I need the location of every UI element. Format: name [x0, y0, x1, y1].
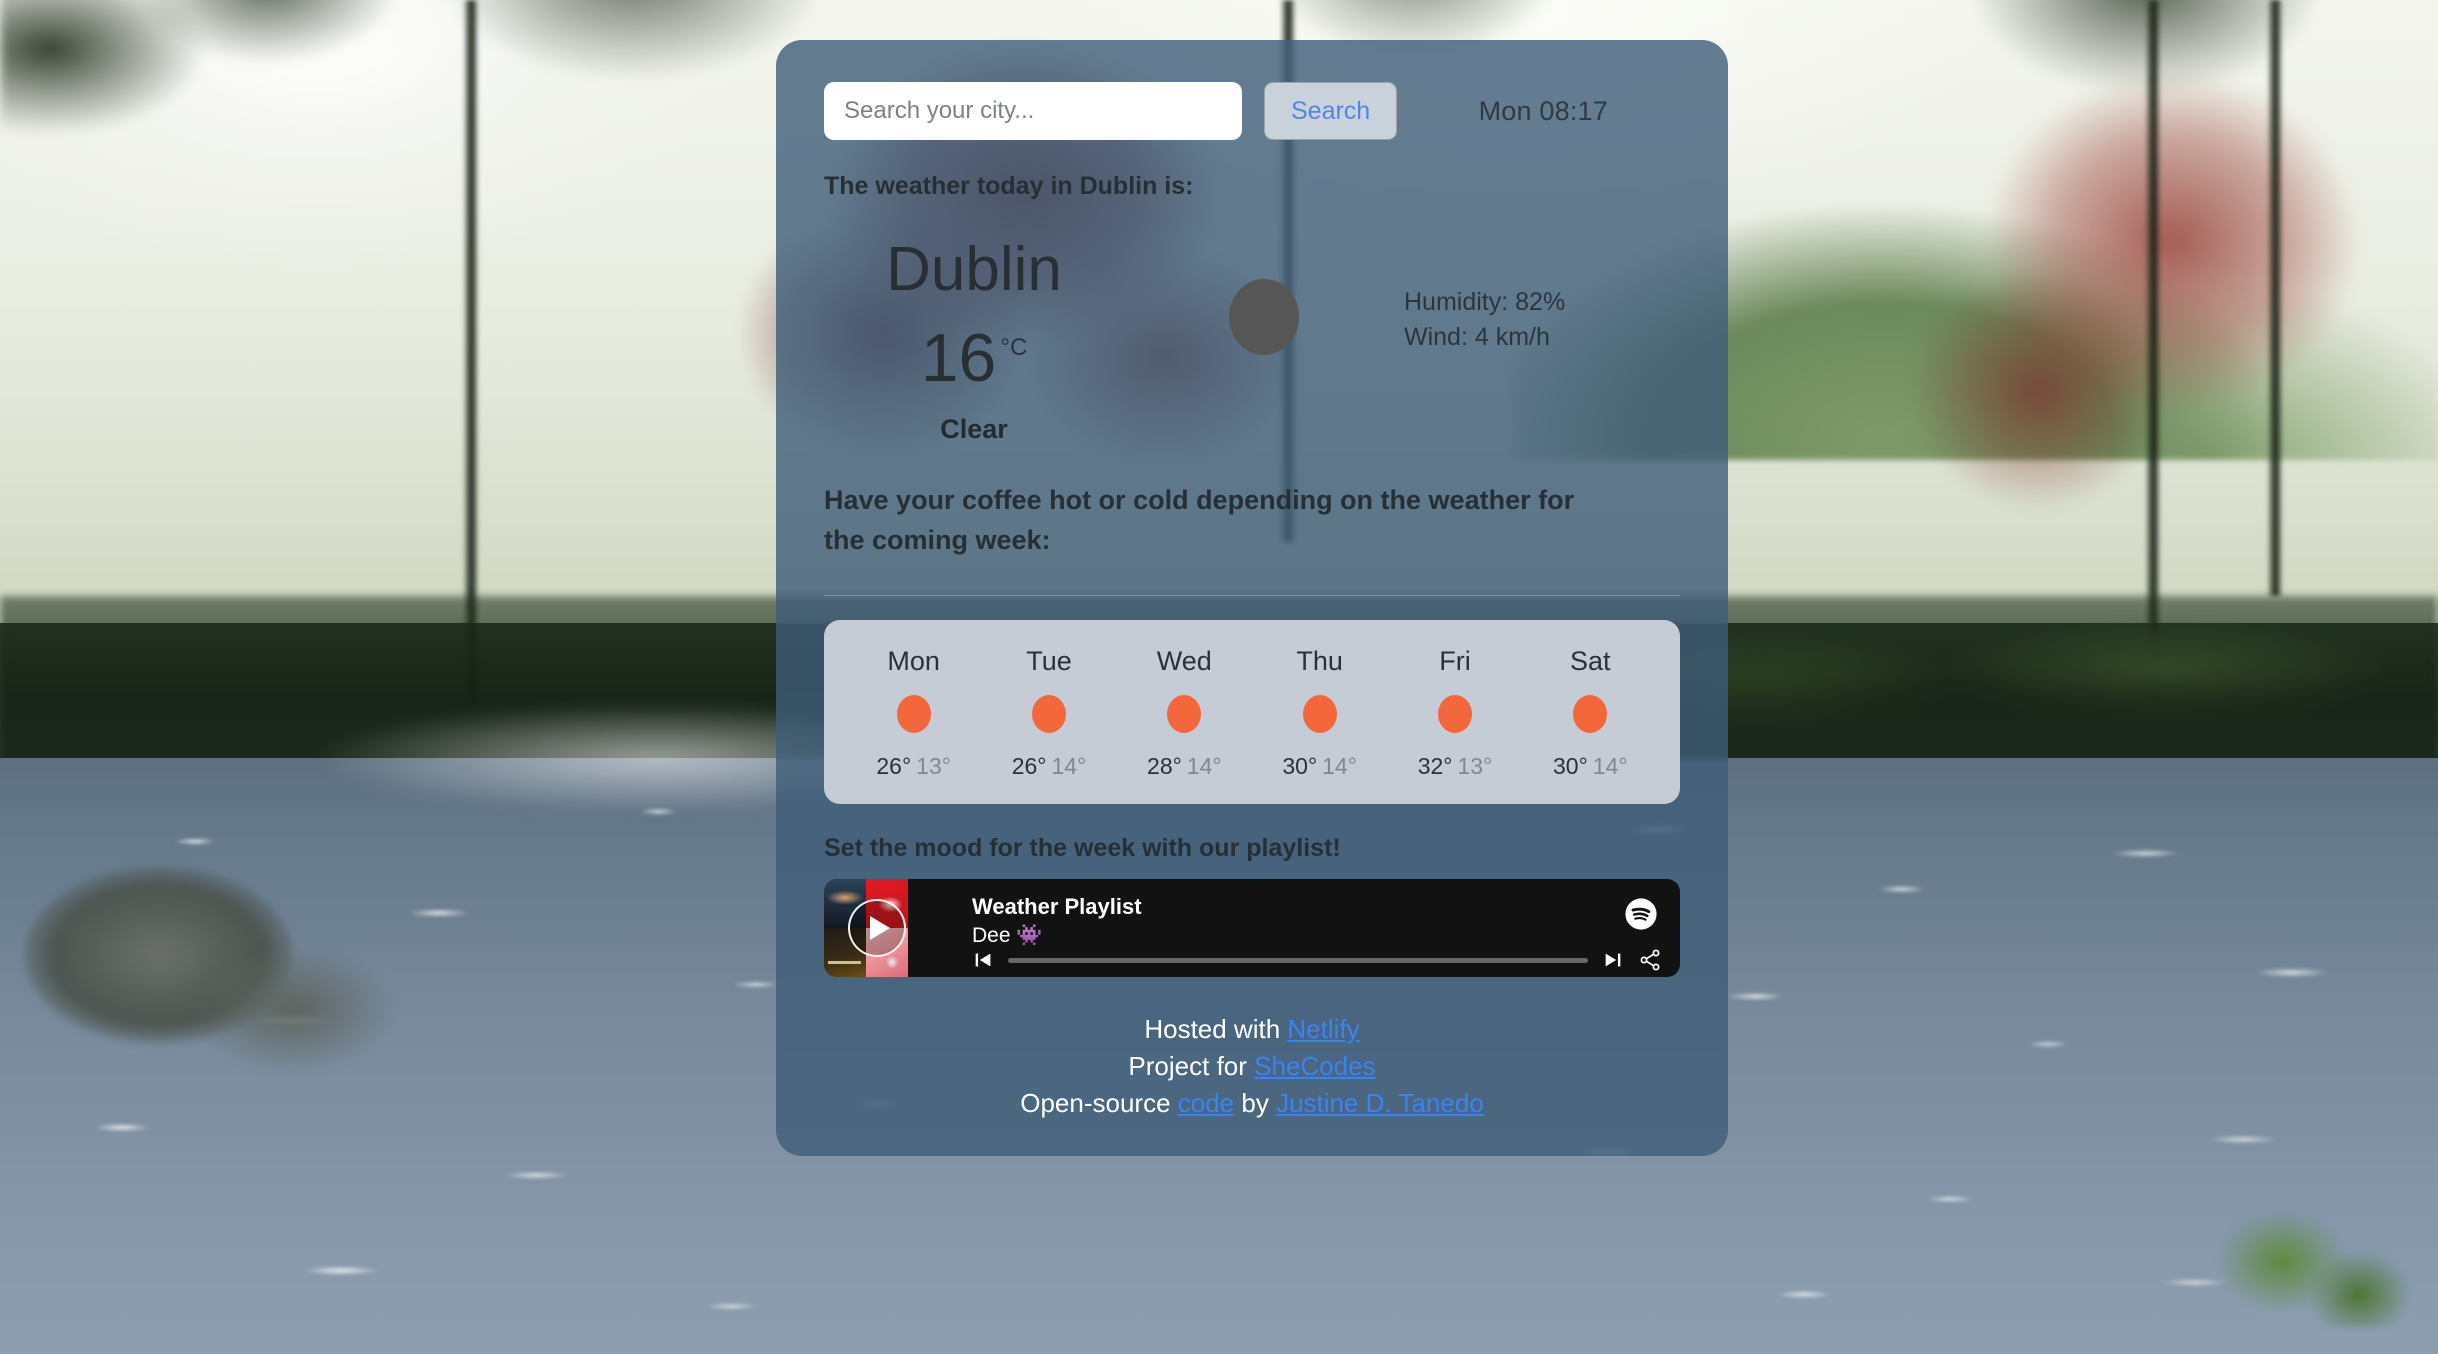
footer-line-hosted: Hosted with Netlify	[824, 1011, 1680, 1048]
forecast-low: 13°	[1457, 753, 1493, 779]
footer-line-source: Open-source code by Justine D. Tanedo	[824, 1085, 1680, 1122]
footer: Hosted with Netlify Project for SheCodes…	[824, 1011, 1680, 1122]
forecast-temps: 30° 14°	[1252, 753, 1387, 780]
temperature-value: 16	[920, 320, 997, 397]
tree-trunk	[2267, 0, 2284, 596]
forecast-high: 30°	[1282, 753, 1318, 779]
search-button[interactable]: Search	[1264, 82, 1398, 140]
play-icon[interactable]	[848, 899, 906, 957]
forecast-high: 32°	[1417, 753, 1453, 779]
forecast-low: 13°	[916, 753, 951, 779]
city-name: Dublin	[886, 235, 1062, 304]
current-weather-section: Dublin 16 °C Clear Humidity: 82% Wind: 4…	[824, 227, 1680, 445]
forecast-day: Thu 30° 14°	[1252, 646, 1387, 780]
forecast-low: 14°	[1322, 753, 1357, 779]
wind-value: Wind: 4 km/h	[1404, 322, 1550, 351]
forecast-day: Tue 26° 14°	[981, 646, 1116, 780]
playlist-heading: Set the mood for the week with our playl…	[824, 834, 1341, 862]
sun-icon	[1167, 695, 1202, 733]
forecast-temps: 30° 14°	[1523, 753, 1658, 780]
forecast-high: 28°	[1147, 753, 1182, 779]
forecast-low: 14°	[1051, 753, 1087, 779]
shecodes-link[interactable]: SheCodes	[1254, 1051, 1375, 1081]
current-weather-icon-wrap	[1124, 227, 1404, 355]
intro-text: The weather today in Dublin is:	[824, 172, 1194, 200]
sun-icon	[1573, 695, 1608, 733]
forecast-day-name: Thu	[1296, 646, 1343, 676]
sun-icon	[896, 695, 931, 733]
spotify-embed[interactable]: Weather Playlist Dee 👾	[824, 879, 1680, 977]
code-link[interactable]: code	[1178, 1088, 1234, 1118]
spotify-body: Weather Playlist Dee 👾	[908, 879, 1680, 977]
forecast-day: Sat 30° 14°	[1523, 646, 1658, 780]
forecast-temps: 28° 14°	[1117, 753, 1252, 780]
forecast-day-name: Sat	[1570, 646, 1611, 676]
track-title: Weather Playlist	[972, 894, 1142, 919]
playback-controls	[972, 948, 1662, 972]
forecast-high: 30°	[1553, 753, 1588, 779]
forecast-day-name: Fri	[1439, 646, 1471, 676]
footer-project-prefix: Project for	[1128, 1050, 1255, 1081]
progress-bar[interactable]	[1008, 957, 1588, 963]
track-artist: Dee 👾	[972, 924, 1043, 948]
forecast-temps: 26° 14°	[981, 753, 1116, 780]
shrub	[2194, 1110, 2414, 1327]
weather-app-card: Search Mon 08:17 The weather today in Du…	[776, 40, 1728, 1156]
author-link[interactable]: Justine D. Tanedo	[1276, 1088, 1484, 1118]
forecast-day-name: Wed	[1156, 646, 1212, 676]
footer-line-project: Project for SheCodes	[824, 1048, 1680, 1085]
sun-icon	[1302, 695, 1337, 733]
forecast-day: Wed 28° 14°	[1117, 646, 1252, 780]
forecast-temps: 26° 13°	[846, 753, 981, 780]
previous-track-icon[interactable]	[972, 949, 994, 971]
spotify-icon[interactable]	[1624, 897, 1658, 931]
temperature-unit: °C	[1000, 334, 1028, 362]
next-track-icon[interactable]	[1602, 949, 1624, 971]
forecast-day: Fri 32° 13°	[1387, 646, 1522, 780]
temperature-block: 16 °C	[824, 324, 1124, 392]
current-weather-primary: Dublin 16 °C Clear	[824, 227, 1124, 445]
section-divider	[824, 595, 1680, 596]
weather-icon	[1229, 279, 1299, 355]
forecast-low: 14°	[1186, 753, 1222, 779]
forecast-day-name: Tue	[1026, 646, 1072, 676]
weather-condition: Clear	[940, 414, 1008, 445]
forecast-high: 26°	[1011, 753, 1047, 779]
footer-hosted-prefix: Hosted with	[1144, 1014, 1288, 1044]
forecast-temps: 32° 13°	[1387, 753, 1522, 780]
sun-icon	[1437, 695, 1472, 733]
current-time: Mon 08:17	[1478, 95, 1608, 126]
forecast-day-name: Mon	[887, 646, 940, 676]
weekly-forecast: Mon 26° 13° Tue 26° 14° Wed 28° 14° Thu 30°…	[824, 620, 1680, 804]
forecast-low: 14°	[1592, 753, 1628, 779]
netlify-link[interactable]: Netlify	[1287, 1014, 1359, 1044]
river-rock	[195, 947, 391, 1070]
forecast-high: 26°	[876, 753, 912, 779]
search-form: Search Mon 08:17	[824, 82, 1680, 140]
footer-by-text: by	[1234, 1087, 1277, 1118]
share-icon[interactable]	[1638, 948, 1662, 972]
forecast-day: Mon 26° 13°	[846, 646, 981, 780]
current-weather-details: Humidity: 82% Wind: 4 km/h	[1404, 227, 1565, 354]
footer-source-prefix: Open-source	[1020, 1087, 1178, 1118]
humidity-value: Humidity: 82%	[1404, 288, 1566, 316]
coffee-blurb: Have your coffee hot or cold depending o…	[824, 485, 1575, 556]
search-input[interactable]	[824, 82, 1242, 140]
sun-icon	[1031, 695, 1066, 733]
